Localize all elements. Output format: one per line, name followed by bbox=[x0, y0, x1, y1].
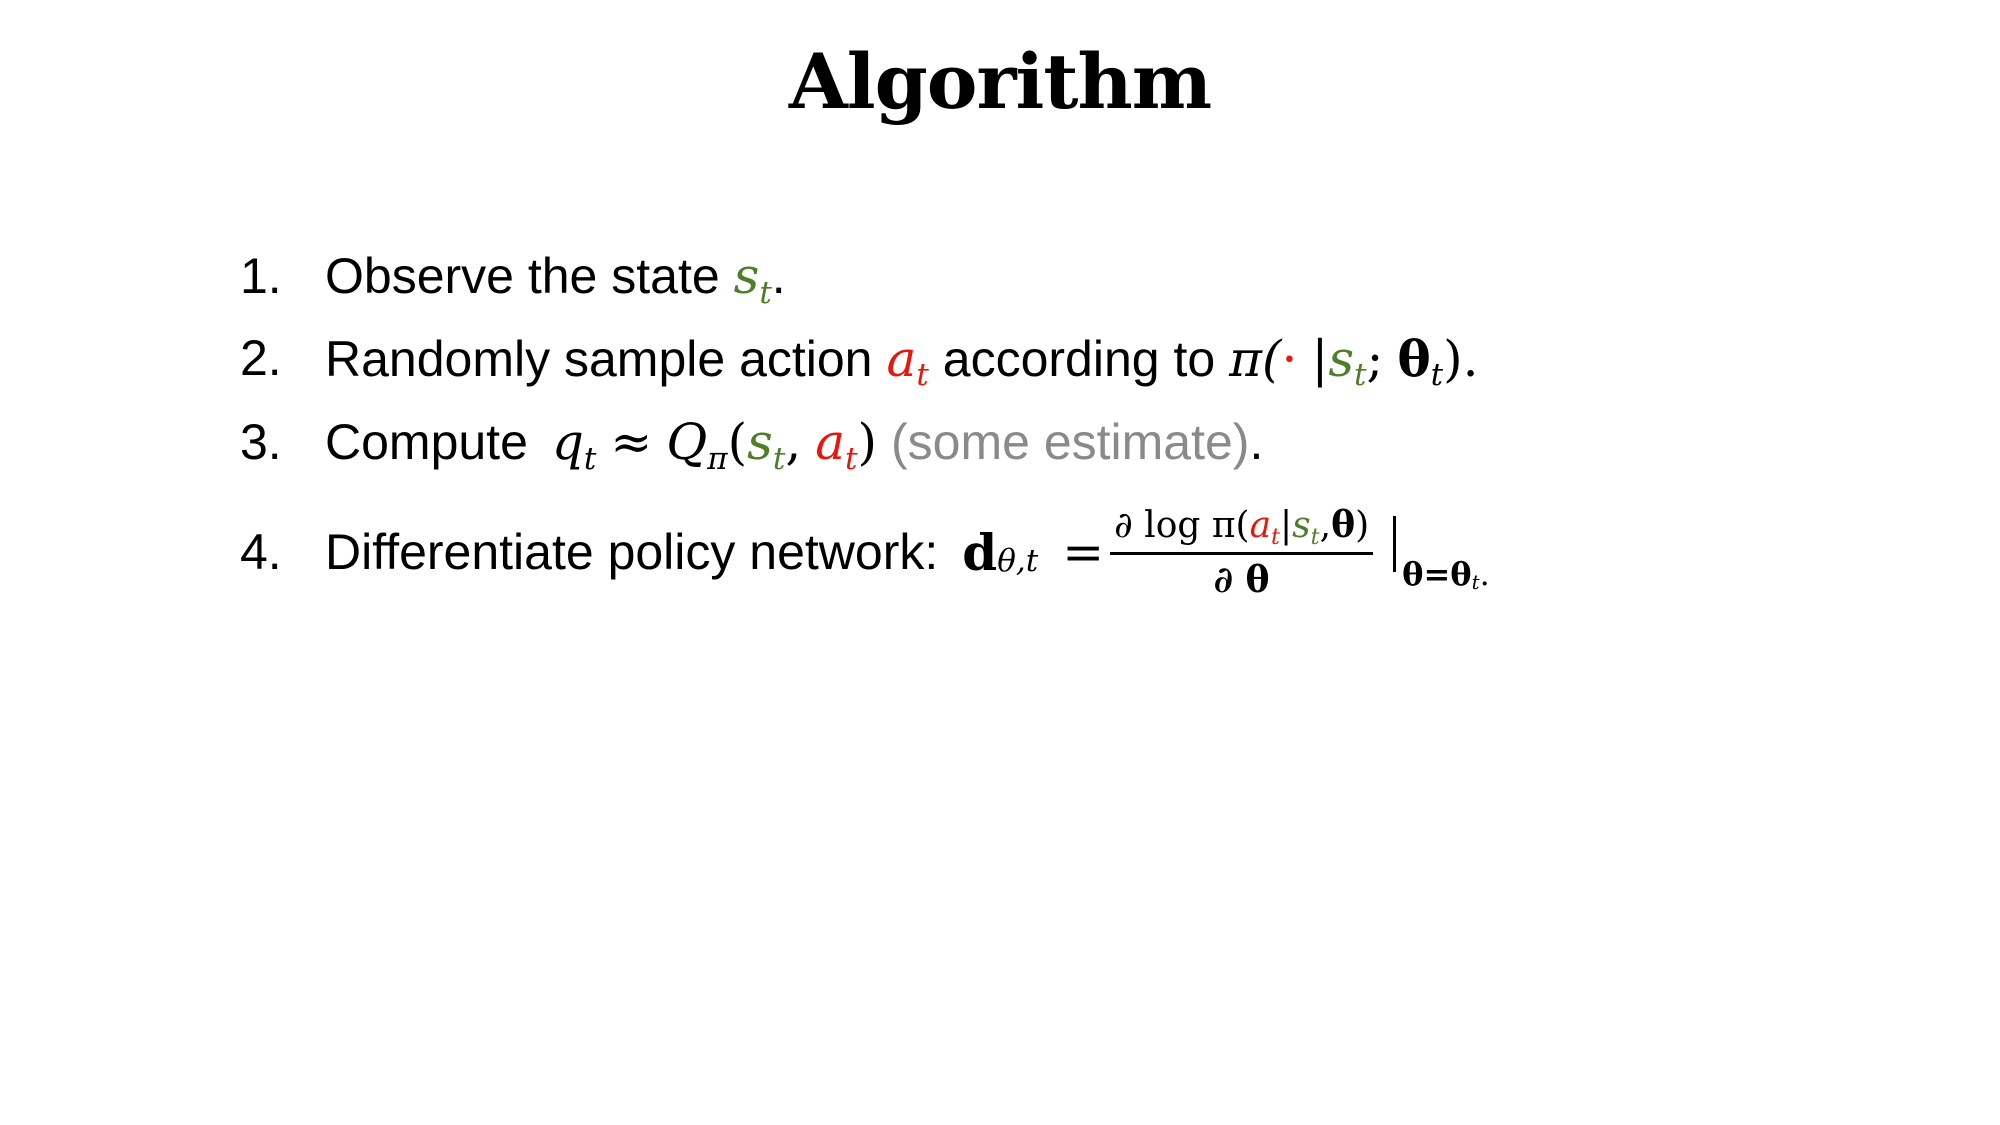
state-var: s bbox=[1292, 504, 1311, 546]
Q-sub: π bbox=[707, 440, 728, 477]
action-symbol: at bbox=[1249, 504, 1280, 550]
equals-symbol: = bbox=[1062, 523, 1105, 581]
Q-var: Q bbox=[666, 413, 708, 471]
step-number: 4. bbox=[240, 524, 282, 580]
gradient-sub: θ,t bbox=[997, 543, 1039, 580]
state-symbol: st bbox=[747, 413, 785, 477]
step-text: Randomly sample action at according to π(· |… bbox=[325, 328, 1479, 394]
close-paren: ). bbox=[1443, 329, 1479, 388]
step-number: 1. bbox=[240, 248, 282, 304]
action-var: a bbox=[1249, 504, 1272, 546]
Q-symbol: Qπ bbox=[666, 413, 727, 477]
action-var: a bbox=[815, 413, 846, 471]
bar-symbol: | bbox=[1311, 329, 1329, 388]
state-sub: t bbox=[759, 274, 772, 311]
close-paren: ) bbox=[857, 413, 878, 471]
state-var: s bbox=[747, 413, 773, 471]
slide-title: Algorithm bbox=[788, 37, 1212, 126]
numerator-prefix: ∂ log π( bbox=[1114, 504, 1250, 546]
bar-symbol: | bbox=[1280, 504, 1293, 546]
action-symbol: at bbox=[886, 329, 929, 394]
step-3: 3. Compute qt ≈ Qπ(st, at) (some estimate). bbox=[240, 402, 1263, 482]
state-var: s bbox=[733, 247, 760, 305]
fraction-denominator: ∂ θ bbox=[1213, 558, 1270, 601]
theta-symbol: θ bbox=[1331, 503, 1356, 546]
step-number: 3. bbox=[240, 414, 282, 470]
step-label: Observe the state bbox=[325, 248, 720, 304]
comma: , bbox=[1319, 504, 1332, 546]
state-sub: t bbox=[772, 440, 786, 477]
evaluation-t: t bbox=[1471, 570, 1480, 594]
step-number: 2. bbox=[240, 330, 282, 386]
state-sub: t bbox=[1353, 357, 1367, 394]
state-var: s bbox=[1328, 329, 1354, 388]
policy-symbol: π( bbox=[1229, 329, 1282, 388]
close-paren: ) bbox=[1355, 504, 1370, 546]
gradient-symbol: d bbox=[962, 522, 998, 582]
state-symbol: st bbox=[1292, 504, 1319, 550]
comma: , bbox=[785, 413, 802, 471]
q-var: q bbox=[551, 413, 584, 471]
state-sub: t bbox=[1310, 523, 1320, 550]
step-label: Compute bbox=[325, 414, 528, 470]
q-symbol: qt bbox=[551, 413, 596, 477]
estimate-note: (some estimate) bbox=[891, 414, 1250, 470]
action-sub: t bbox=[845, 440, 858, 477]
step-4: 4. Differentiate policy network: d θ,t = ∂ … bbox=[240, 500, 1490, 604]
step-text: Compute qt ≈ Qπ(st, at) (some estimate). bbox=[325, 413, 1264, 477]
theta-symbol: θ bbox=[1397, 328, 1431, 388]
step-text: Differentiate policy network: d θ,t = ∂ log… bbox=[325, 504, 1490, 601]
dot-symbol: · bbox=[1281, 329, 1298, 388]
evaluation-bar bbox=[1393, 516, 1397, 572]
step-end: . bbox=[771, 248, 786, 304]
state-symbol: st bbox=[733, 247, 772, 311]
slide: Algorithm 1. Observe the state st. 2. Ran… bbox=[0, 0, 2000, 1125]
step-end: . bbox=[1479, 555, 1490, 593]
action-var: a bbox=[886, 329, 917, 388]
evaluation-theta: θ=θ bbox=[1402, 555, 1472, 593]
action-symbol: at bbox=[815, 413, 857, 477]
state-symbol: st bbox=[1328, 329, 1366, 394]
semicolon: ; bbox=[1366, 329, 1384, 388]
derivative-fraction: ∂ log π(at|st,θ) ∂ θ bbox=[1110, 504, 1374, 601]
fraction-numerator: ∂ log π(at|st,θ) bbox=[1110, 504, 1373, 552]
action-sub: t bbox=[916, 357, 929, 394]
theta-sub: t bbox=[1430, 357, 1444, 394]
q-sub: t bbox=[583, 440, 597, 477]
step-end: . bbox=[1249, 414, 1264, 470]
action-sub: t bbox=[1271, 523, 1281, 550]
step-label: Randomly sample action bbox=[325, 330, 873, 387]
step-label-2: according to bbox=[942, 330, 1216, 387]
open-paren: ( bbox=[727, 413, 748, 471]
approx-symbol: ≈ bbox=[610, 413, 653, 471]
step-1: 1. Observe the state st. bbox=[240, 236, 786, 316]
evaluation-subscript: θ=θt. bbox=[1402, 555, 1490, 594]
step-2: 2. Randomly sample action at according to π… bbox=[240, 318, 1479, 398]
step-text: Observe the state st. bbox=[325, 247, 786, 311]
step-label: Differentiate policy network: bbox=[325, 524, 939, 580]
